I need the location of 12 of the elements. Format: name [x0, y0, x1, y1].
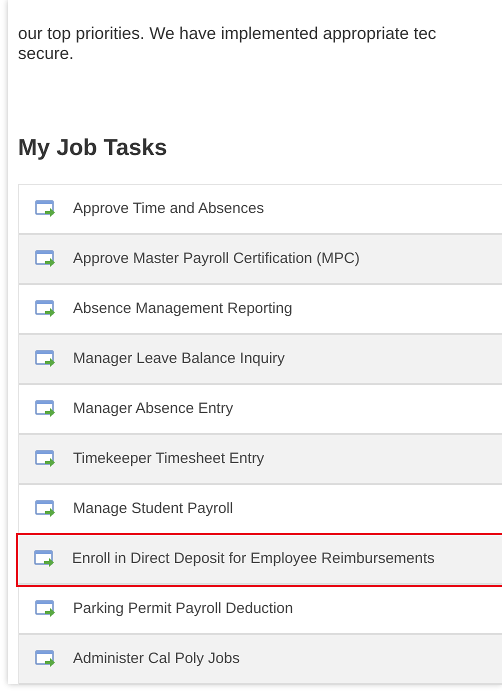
task-link[interactable]: Manager Leave Balance Inquiry [19, 335, 502, 385]
task-link[interactable]: Manager Absence Entry [19, 385, 502, 435]
task-link[interactable]: Administer Cal Poly Jobs [19, 635, 502, 685]
task-link[interactable]: Enroll in Direct Deposit for Employee Reimbursements [18, 535, 502, 585]
task-link[interactable]: Absence Management Reporting [19, 285, 502, 335]
task-link[interactable]: Timekeeper Timesheet Entry [19, 435, 502, 485]
section-heading: My Job Tasks [18, 133, 168, 162]
task-link[interactable]: Approve Time and Absences [19, 185, 502, 235]
task-link[interactable]: Manage Student Payroll [19, 485, 502, 535]
task-link[interactable]: Parking Permit Payroll Deduction [19, 585, 502, 635]
task-link[interactable]: Approve Master Payroll Certification (MPC) [19, 235, 502, 285]
intro-paragraph: our top priorities. We have implemented appropriate tec secure. [18, 24, 438, 64]
